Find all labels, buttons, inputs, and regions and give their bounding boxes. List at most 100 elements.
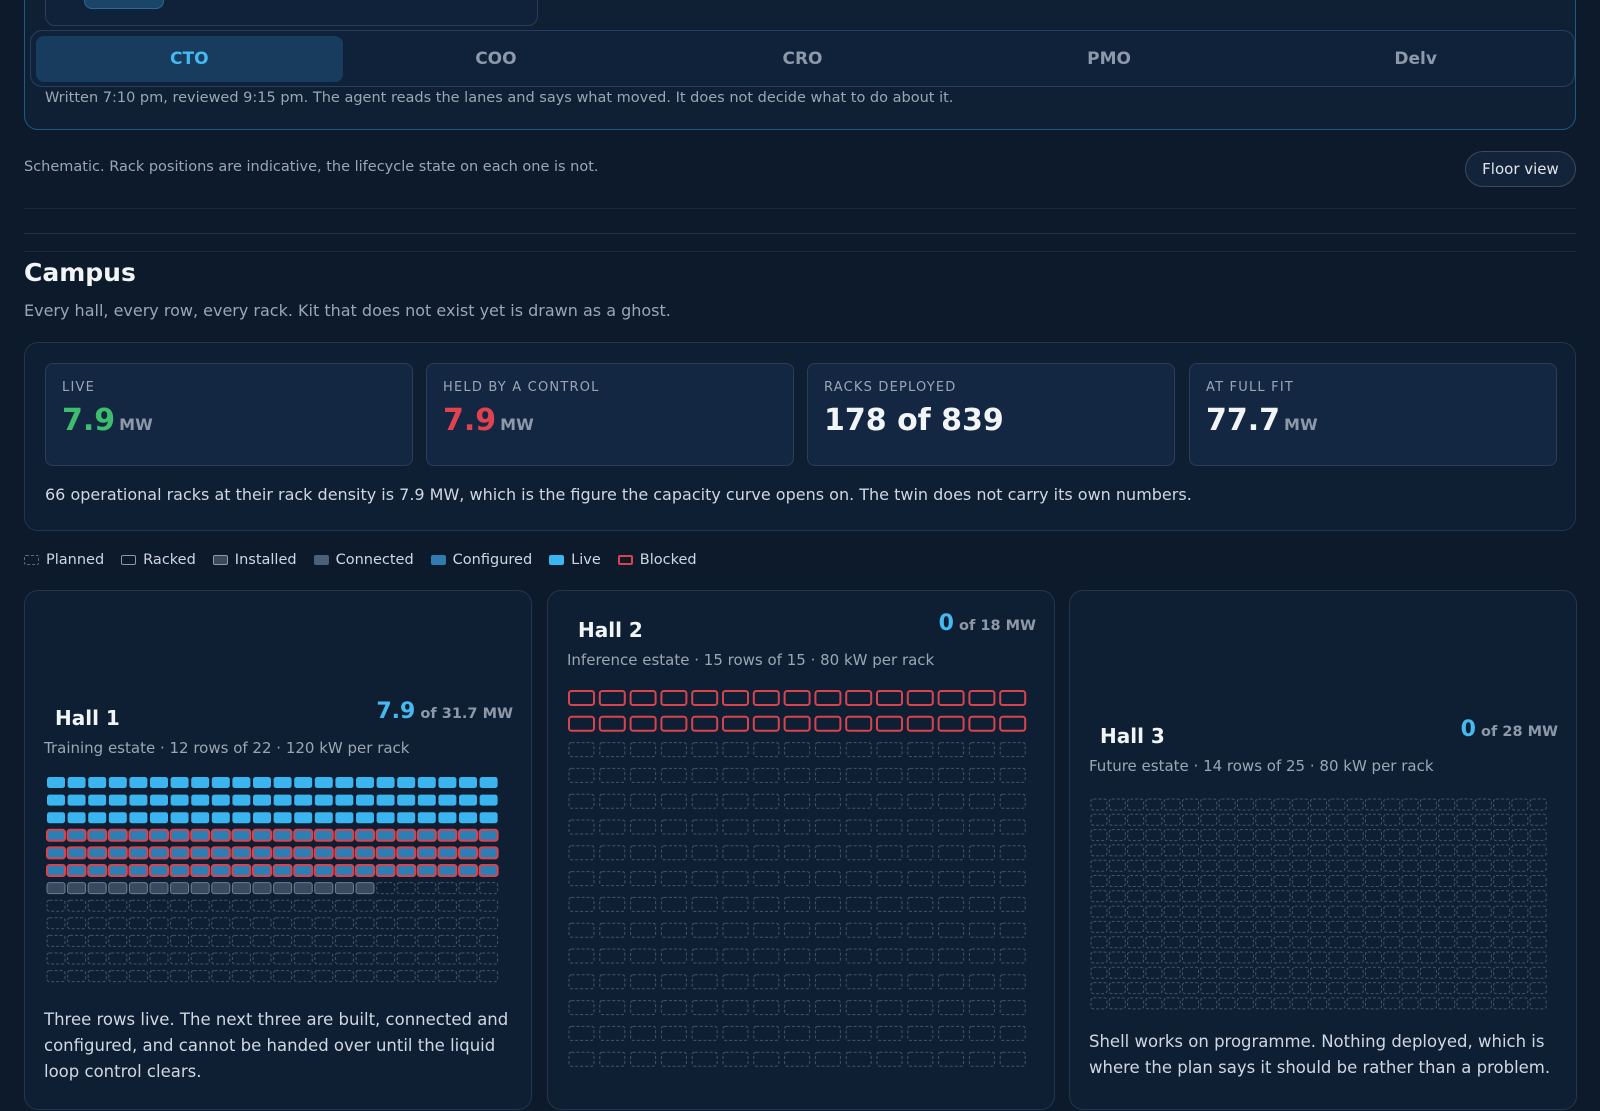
rack-planned	[876, 871, 903, 887]
rack-planned	[1182, 997, 1199, 1010]
rack-planned	[630, 1025, 657, 1041]
hall-card-3[interactable]: Hall 3 0 of 28 MW Future estate · 14 row…	[1069, 590, 1577, 1110]
rack-planned	[190, 934, 210, 947]
rack-planned	[67, 934, 87, 947]
rack-live	[335, 777, 354, 788]
rack-planned	[128, 934, 148, 947]
rack-planned	[1438, 982, 1456, 995]
rack-planned	[128, 917, 148, 930]
rack-blocked	[691, 715, 719, 732]
rack-planned	[67, 970, 87, 983]
rack-planned	[784, 871, 811, 887]
rack-planned	[1255, 859, 1273, 872]
rack-planned	[1383, 813, 1401, 826]
tab-delv[interactable]: Delv	[1262, 36, 1569, 82]
rack-live	[150, 777, 168, 788]
rack-planned	[1474, 859, 1492, 872]
rack-planned	[1456, 951, 1474, 964]
rack-live	[232, 777, 251, 788]
rack-planned	[1365, 920, 1382, 933]
rack-live	[253, 794, 271, 806]
rack-planned	[1145, 982, 1163, 995]
rack-planned	[660, 871, 687, 887]
tab-cto[interactable]: CTO	[36, 35, 343, 82]
rack-live	[438, 812, 457, 824]
rack-planned	[1236, 844, 1254, 857]
rack-planned	[149, 952, 169, 965]
rack-planned	[1200, 844, 1218, 857]
rack-blocked-live	[478, 828, 499, 842]
rack-planned	[1438, 966, 1456, 979]
rack-planned	[630, 871, 657, 887]
rack-live	[376, 777, 395, 788]
tab-coo[interactable]: COO	[343, 36, 650, 82]
review-action-button[interactable]	[84, 0, 164, 9]
rack-planned	[1383, 951, 1401, 964]
rack-planned	[108, 970, 128, 983]
rack-planned	[660, 948, 687, 964]
hall-card-2[interactable]: Hall 2 0 of 18 MW Inference estate · 15 …	[547, 590, 1055, 1110]
rack-planned	[1255, 951, 1273, 964]
rack-blocked-live	[458, 846, 478, 860]
rack-planned	[907, 742, 934, 758]
rack-installed	[190, 882, 210, 895]
legend-label: Planned	[46, 552, 105, 568]
tab-cro[interactable]: CRO	[649, 36, 956, 82]
rack-planned	[691, 767, 718, 783]
rack-live	[356, 812, 374, 824]
rack-planned	[722, 1000, 749, 1016]
rack-planned	[87, 952, 107, 965]
rack-planned	[1419, 982, 1437, 995]
rack-planned	[1273, 798, 1291, 811]
tab-pmo[interactable]: PMO	[956, 36, 1263, 82]
rack-planned	[999, 793, 1026, 809]
rack-blocked	[814, 690, 842, 706]
rack-blocked-live	[252, 864, 272, 877]
rack-planned	[1310, 875, 1328, 887]
rack-blocked	[598, 690, 626, 706]
rack-planned	[999, 1025, 1026, 1041]
rack-live	[417, 777, 436, 788]
rack-planned	[1401, 890, 1419, 903]
rack-blocked	[660, 715, 688, 732]
rack-planned	[1438, 890, 1456, 903]
rack-planned	[753, 767, 780, 783]
rack-planned	[1145, 859, 1163, 872]
rack-planned	[314, 917, 334, 930]
hall-card-1[interactable]: Hall 1 7.9 of 31.7 MW Training estate · …	[24, 590, 532, 1110]
rack-planned	[1182, 982, 1199, 995]
rack-live	[356, 794, 374, 806]
rack-planned	[1511, 966, 1529, 979]
rack-planned	[1145, 890, 1163, 903]
rack-planned	[1511, 813, 1529, 826]
rack-planned	[273, 917, 293, 930]
rack-planned	[599, 1025, 626, 1041]
rack-planned	[1163, 875, 1181, 887]
rack-planned	[845, 948, 872, 964]
rack-planned	[814, 1000, 841, 1016]
rack-planned	[1474, 997, 1492, 1010]
rack-planned	[1328, 966, 1346, 979]
rack-planned	[417, 882, 437, 895]
rack-planned	[630, 819, 657, 835]
review-input-box	[45, 0, 538, 26]
rack-planned	[1401, 859, 1419, 872]
rack-planned	[1218, 951, 1236, 964]
rack-planned	[1273, 951, 1291, 964]
rack-planned	[722, 974, 749, 990]
rack-planned	[784, 1025, 811, 1041]
rack-planned	[938, 793, 965, 809]
rack-planned	[293, 917, 313, 930]
rack-blocked-live	[437, 828, 458, 842]
rack-planned	[568, 896, 595, 912]
rack-blocked-live	[437, 864, 458, 877]
rack-planned	[396, 952, 416, 965]
rack-blocked-live	[107, 828, 128, 842]
floor-view-button[interactable]: Floor view	[1465, 151, 1576, 187]
role-tabs: CTO COO CRO PMO Delv	[30, 30, 1575, 87]
rack-blocked-live	[396, 864, 417, 877]
rack-blocked-live	[107, 846, 128, 860]
rack-planned	[1456, 813, 1474, 826]
rack-planned	[1511, 997, 1529, 1010]
rack-planned	[814, 845, 841, 861]
